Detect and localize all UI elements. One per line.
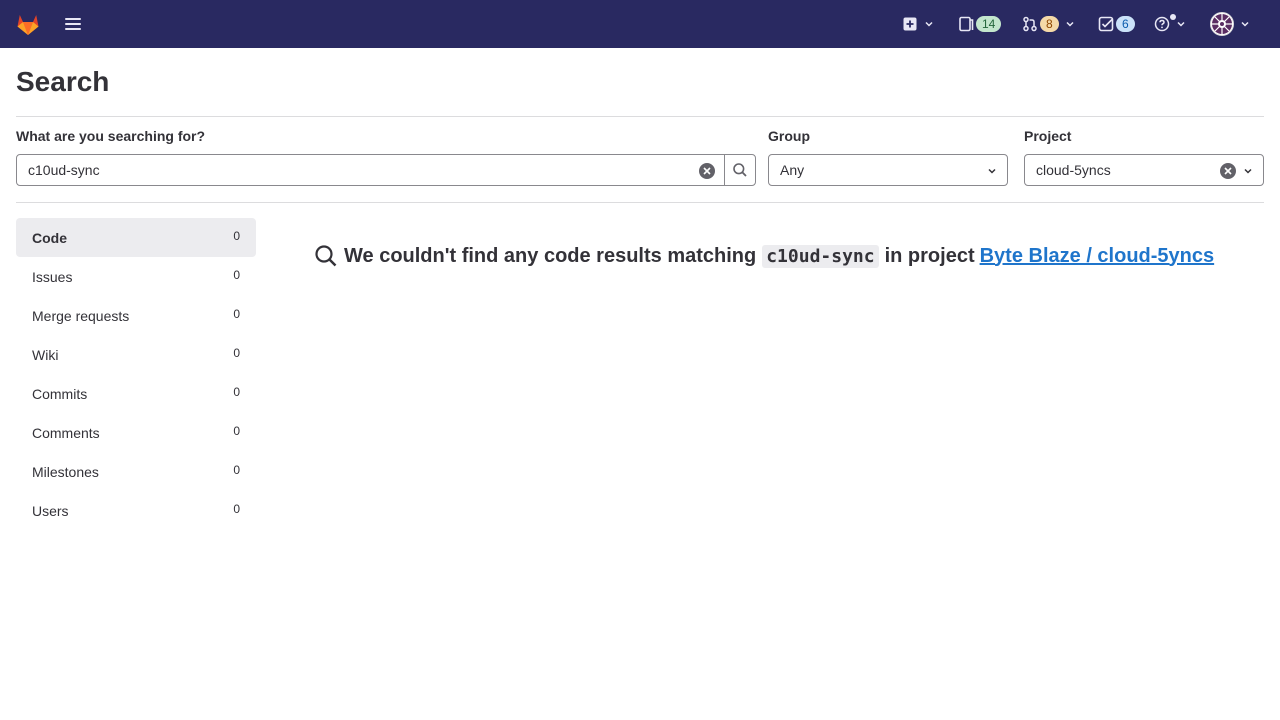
empty-results-middle: in project xyxy=(884,244,975,267)
chevron-down-icon xyxy=(988,168,996,174)
scope-label: Code xyxy=(32,229,67,246)
chevron-down-icon xyxy=(925,21,933,27)
scope-label: Wiki xyxy=(32,346,59,363)
scope-count: 0 xyxy=(233,229,240,243)
notification-dot-icon xyxy=(1170,14,1176,20)
scope-count: 0 xyxy=(233,385,240,399)
divider xyxy=(16,202,1264,203)
avatar-pattern-icon xyxy=(1212,14,1232,34)
plus-square-icon xyxy=(903,17,917,31)
todos-count-badge: 6 xyxy=(1116,16,1135,32)
top-navbar: 14 8 6 xyxy=(0,0,1280,48)
issues-icon xyxy=(959,16,974,32)
scope-count: 0 xyxy=(233,502,240,516)
project-filter-value: cloud-5yncs xyxy=(1036,162,1111,178)
page-title: Search xyxy=(16,66,110,97)
divider xyxy=(16,116,1264,117)
todo-checkbox-icon xyxy=(1098,16,1114,32)
group-filter-label: Group xyxy=(768,128,810,144)
search-input-value: c10ud-sync xyxy=(28,162,100,178)
help-nav-button[interactable] xyxy=(1154,12,1186,36)
scope-count: 0 xyxy=(233,424,240,438)
search-scope-sidebar: Code 0 Issues 0 Merge requests 0 Wiki 0 … xyxy=(16,218,256,530)
scope-item-wiki[interactable]: Wiki 0 xyxy=(16,335,256,374)
scope-count: 0 xyxy=(233,268,240,282)
chevron-down-icon xyxy=(1066,21,1074,27)
issues-nav-button[interactable]: 14 xyxy=(958,12,1002,36)
scope-item-comments[interactable]: Comments 0 xyxy=(16,413,256,452)
scope-label: Users xyxy=(32,502,69,519)
group-filter-value: Any xyxy=(780,162,805,178)
search-term: c10ud-sync xyxy=(762,244,879,268)
clear-search-icon[interactable] xyxy=(699,163,715,179)
chevron-down-icon xyxy=(1244,168,1252,174)
scope-label: Milestones xyxy=(32,463,99,480)
scope-count: 0 xyxy=(233,307,240,321)
project-link[interactable]: Byte Blaze / cloud-5yncs xyxy=(980,245,1215,268)
main-menu-button[interactable] xyxy=(60,12,86,36)
search-button[interactable] xyxy=(724,154,756,186)
question-circle-icon xyxy=(1154,16,1170,32)
empty-results-prefix: We couldn't find any code results matchi… xyxy=(344,244,757,267)
search-icon xyxy=(315,245,337,267)
merge-requests-count-badge: 8 xyxy=(1040,16,1059,32)
search-icon xyxy=(733,163,747,177)
search-input[interactable]: c10ud-sync xyxy=(16,154,725,186)
search-label: What are you searching for? xyxy=(16,128,206,144)
merge-requests-nav-button[interactable]: 8 xyxy=(1022,12,1075,36)
scope-item-users[interactable]: Users 0 xyxy=(16,491,256,530)
chevron-down-icon xyxy=(1177,21,1185,27)
gitlab-logo-icon[interactable] xyxy=(14,10,42,38)
scope-label: Commits xyxy=(32,385,88,402)
avatar xyxy=(1210,12,1234,36)
scope-label: Merge requests xyxy=(32,307,130,324)
create-new-button[interactable] xyxy=(902,12,934,36)
project-filter-label: Project xyxy=(1024,128,1072,144)
scope-item-merge-requests[interactable]: Merge requests 0 xyxy=(16,296,256,335)
todos-nav-button[interactable]: 6 xyxy=(1098,12,1135,36)
project-filter-dropdown[interactable]: cloud-5yncs xyxy=(1024,154,1264,186)
clear-project-icon[interactable] xyxy=(1220,163,1236,179)
scope-item-milestones[interactable]: Milestones 0 xyxy=(16,452,256,491)
chevron-down-icon xyxy=(1241,21,1249,27)
empty-results-message: We couldn't find any code results matchi… xyxy=(314,242,1214,270)
scope-count: 0 xyxy=(233,463,240,477)
scope-item-issues[interactable]: Issues 0 xyxy=(16,257,256,296)
issues-count-badge: 14 xyxy=(976,16,1002,32)
scope-item-code[interactable]: Code 0 xyxy=(16,218,256,257)
scope-item-commits[interactable]: Commits 0 xyxy=(16,374,256,413)
user-menu-button[interactable] xyxy=(1210,12,1250,36)
scope-label: Issues xyxy=(32,268,73,285)
scope-count: 0 xyxy=(233,346,240,360)
merge-request-icon xyxy=(1023,16,1037,32)
scope-label: Comments xyxy=(32,424,100,441)
group-filter-dropdown[interactable]: Any xyxy=(768,154,1008,186)
